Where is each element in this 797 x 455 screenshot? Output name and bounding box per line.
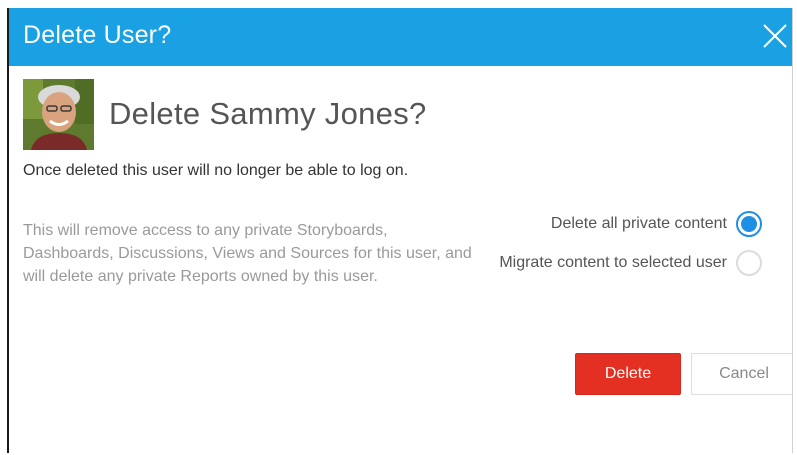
dialog-title-bar: Delete User?: [9, 8, 792, 66]
option-migrate-content[interactable]: Migrate content to selected user: [499, 248, 762, 278]
avatar: [23, 79, 94, 150]
user-avatar-photo-icon: [23, 79, 94, 150]
close-button[interactable]: [760, 21, 790, 51]
delete-user-dialog: Delete User? Delete Sammy Jones? Once de…: [7, 8, 793, 453]
close-icon: [763, 24, 787, 48]
option-delete-private-content[interactable]: Delete all private content: [551, 209, 762, 239]
option-label: Migrate content to selected user: [499, 254, 727, 271]
description-text: This will remove access to any private S…: [23, 222, 472, 285]
option-label: Delete all private content: [550, 215, 727, 232]
radio-migrate-content[interactable]: [736, 250, 762, 276]
cancel-button[interactable]: Cancel: [691, 353, 792, 395]
warning-message: Once deleted this user will no longer be…: [23, 162, 409, 179]
radio-delete-private-content[interactable]: [736, 211, 762, 237]
delete-button[interactable]: Delete: [575, 353, 681, 395]
delete-user-headline: Delete Sammy Jones?: [109, 96, 427, 131]
dialog-title: Delete User?: [23, 21, 172, 49]
